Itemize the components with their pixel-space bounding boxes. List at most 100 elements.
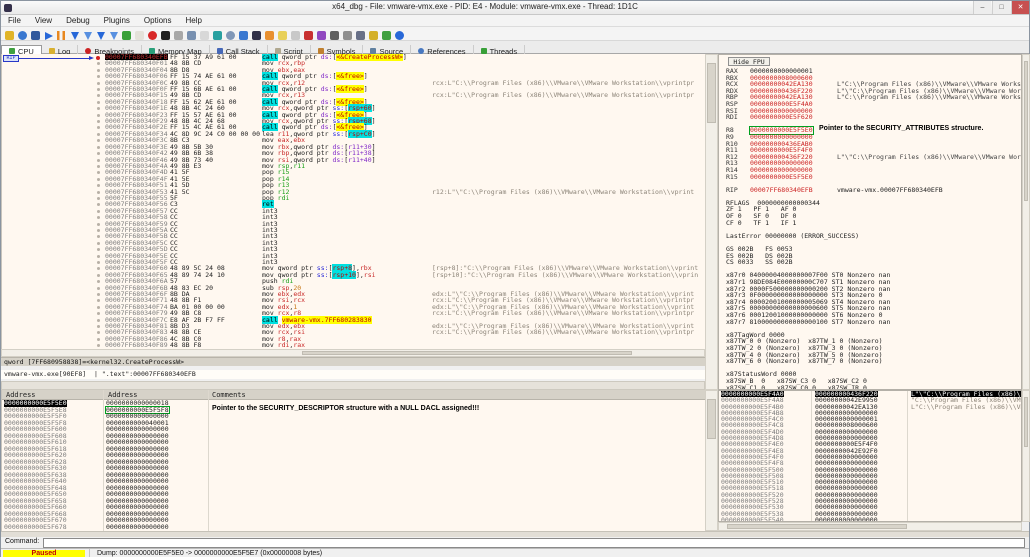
register-line[interactable]: RDI 0000000000E5F620 — [719, 114, 1021, 121]
register-line[interactable]: CS 0033 SS 002B — [719, 259, 1021, 266]
register-line[interactable]: RIP 00007FF680340EFB vmware-vmx.00007FF680… — [719, 187, 1021, 194]
maximize-button[interactable]: □ — [992, 1, 1010, 14]
step-over-icon[interactable] — [81, 27, 94, 41]
patches-icon[interactable] — [172, 27, 185, 41]
find-icon[interactable] — [224, 27, 237, 41]
close-debuggee-icon[interactable] — [29, 27, 42, 41]
seh-chain-icon[interactable] — [211, 27, 224, 41]
menu-item-plugins[interactable]: Plugins — [97, 15, 137, 27]
row-bullet — [97, 88, 100, 92]
about-icon[interactable] — [393, 27, 406, 41]
animate-into-icon[interactable] — [94, 27, 107, 41]
pencil-icon[interactable] — [263, 27, 276, 41]
row-bullet — [97, 254, 100, 258]
modules-icon[interactable] — [354, 27, 367, 41]
open-file-icon[interactable] — [3, 27, 16, 41]
tab-bar: CPU Log Breakpoints Memory Map Call Stack Scr… — [1, 41, 1029, 58]
font-icon[interactable] — [328, 27, 341, 41]
modules-icon-glyph — [356, 31, 365, 40]
stack-vscrollbar[interactable] — [1022, 390, 1030, 522]
register-line[interactable]: CF 0 TF 1 IF 1 — [719, 220, 1021, 227]
row-bullet — [97, 337, 100, 341]
close-button[interactable]: ✕ — [1011, 1, 1029, 14]
run-icon[interactable] — [42, 27, 55, 41]
scroll-thumb[interactable] — [1024, 397, 1028, 447]
fx-icon[interactable] — [315, 27, 328, 41]
register-line[interactable]: LastError 00000000 (ERROR_SUCCESS) — [719, 233, 1021, 240]
dump-view[interactable]: Address Address Comments 0000000000E5F5E… — [1, 390, 705, 531]
registers-view[interactable]: Hide FPU RAX 0000000000000001 RBX 000000000… — [718, 54, 1022, 390]
scroll-thumb[interactable] — [302, 351, 632, 355]
register-name: RIP — [726, 185, 738, 194]
minimize-button[interactable]: – — [973, 1, 991, 14]
fx-icon-glyph — [317, 31, 326, 40]
close-debuggee-icon-glyph — [31, 31, 40, 40]
row-bullet — [97, 152, 100, 156]
preferences-icon[interactable] — [380, 27, 393, 41]
menu-item-file[interactable]: File — [1, 15, 28, 27]
register-annotation: Pointer to the SECURITY_ATTRIBUTES struc… — [819, 125, 984, 133]
register-value: 00007FF680340EFB — [750, 185, 813, 194]
register-line[interactable]: x87TW_6 0 (Nonzero) x87TW_7 0 (Nonzero) — [719, 358, 1021, 365]
row-bullet — [97, 325, 100, 329]
pause-icon[interactable] — [55, 27, 68, 41]
status-text: Dump: 0000000000E5F5E0 -> 0000000000E5F5… — [97, 549, 323, 557]
dump-rows: 0000000000E5F5E0 0000000000000018 00000000… — [2, 400, 705, 530]
scroll-thumb[interactable] — [1024, 61, 1028, 201]
register-text: CF 0 TF 1 IF 1 — [726, 218, 797, 227]
disassembly-view[interactable]: 00007FF680340EFB FF 15 37 A9 61 00 call qw… — [1, 54, 705, 349]
step-into-icon[interactable] — [68, 27, 81, 41]
breakpoint-dot[interactable] — [96, 55, 100, 60]
stack-view[interactable]: 0000000000E5F4A0 000000000436F220 L"\"C:\\… — [718, 390, 1022, 522]
row-bullet — [97, 228, 100, 232]
disassembly-hscrollbar[interactable] — [1, 349, 705, 357]
clear-icon[interactable] — [302, 27, 315, 41]
scroll-thumb[interactable] — [707, 399, 716, 439]
menu-item-view[interactable]: View — [28, 15, 59, 27]
favourites-icon[interactable] — [367, 27, 380, 41]
dump-row[interactable]: 0000000000E5F678 0000000000000000 — [2, 523, 705, 531]
panel-splitter[interactable] — [1, 381, 705, 390]
eraser-icon-glyph — [291, 31, 300, 40]
notes-icon[interactable] — [276, 27, 289, 41]
register-value: 0000000000E5F620 — [750, 113, 813, 122]
menu-item-debug[interactable]: Debug — [59, 15, 97, 27]
user-icon[interactable] — [341, 27, 354, 41]
register-line[interactable]: R15 0000000000E5F5E0 — [719, 172, 1021, 181]
menu-item-help[interactable]: Help — [179, 15, 209, 27]
highlight-icon[interactable] — [237, 27, 250, 41]
breakpoint-icon[interactable] — [146, 27, 159, 41]
stack-hscrollbar[interactable] — [718, 522, 1022, 531]
disassembly-vscrollbar[interactable] — [705, 54, 718, 390]
command-bar: Command: — [1, 537, 1029, 548]
register-name: R15 — [726, 172, 738, 181]
disassembly-row[interactable]: 00007FF680340F89 48 8B F8 mov rdi,rax — [2, 342, 705, 349]
windows-icon[interactable] — [185, 27, 198, 41]
pause-icon-glyph — [57, 31, 66, 40]
eraser-icon[interactable] — [289, 27, 302, 41]
hide-fpu-button[interactable]: Hide FPU — [728, 57, 770, 66]
menu-item-options[interactable]: Options — [137, 15, 179, 27]
registers-vscrollbar[interactable] — [1022, 54, 1030, 390]
calculator-icon[interactable] — [250, 27, 263, 41]
row-bullet — [97, 203, 100, 207]
calculator-icon-glyph — [252, 31, 261, 40]
animate-over-icon[interactable] — [107, 27, 120, 41]
register-line[interactable]: x87r7 81000000000000000100 ST7 Nonzero n… — [719, 318, 1021, 326]
restart-icon[interactable] — [16, 27, 29, 41]
row-bullet — [97, 62, 100, 66]
command-label: Command: — [5, 538, 40, 545]
scroll-thumb[interactable] — [707, 63, 716, 123]
row-bullet — [97, 216, 100, 220]
window-title: x64_dbg - File: vmware-vmx.exe - PID: E4… — [332, 2, 638, 11]
execute-till-return-icon[interactable] — [120, 27, 133, 41]
title-bar[interactable]: x64_dbg - File: vmware-vmx.exe - PID: E4… — [1, 1, 1029, 15]
step-into-icon-glyph — [70, 32, 79, 40]
script-icon[interactable] — [133, 27, 146, 41]
scroll-thumb[interactable] — [727, 524, 907, 529]
command-input[interactable] — [43, 537, 1025, 548]
memory-map-icon[interactable] — [159, 27, 172, 41]
dump-vscrollbar[interactable] — [705, 390, 718, 531]
row-bullet — [97, 280, 100, 284]
handles-icon[interactable] — [198, 27, 211, 41]
